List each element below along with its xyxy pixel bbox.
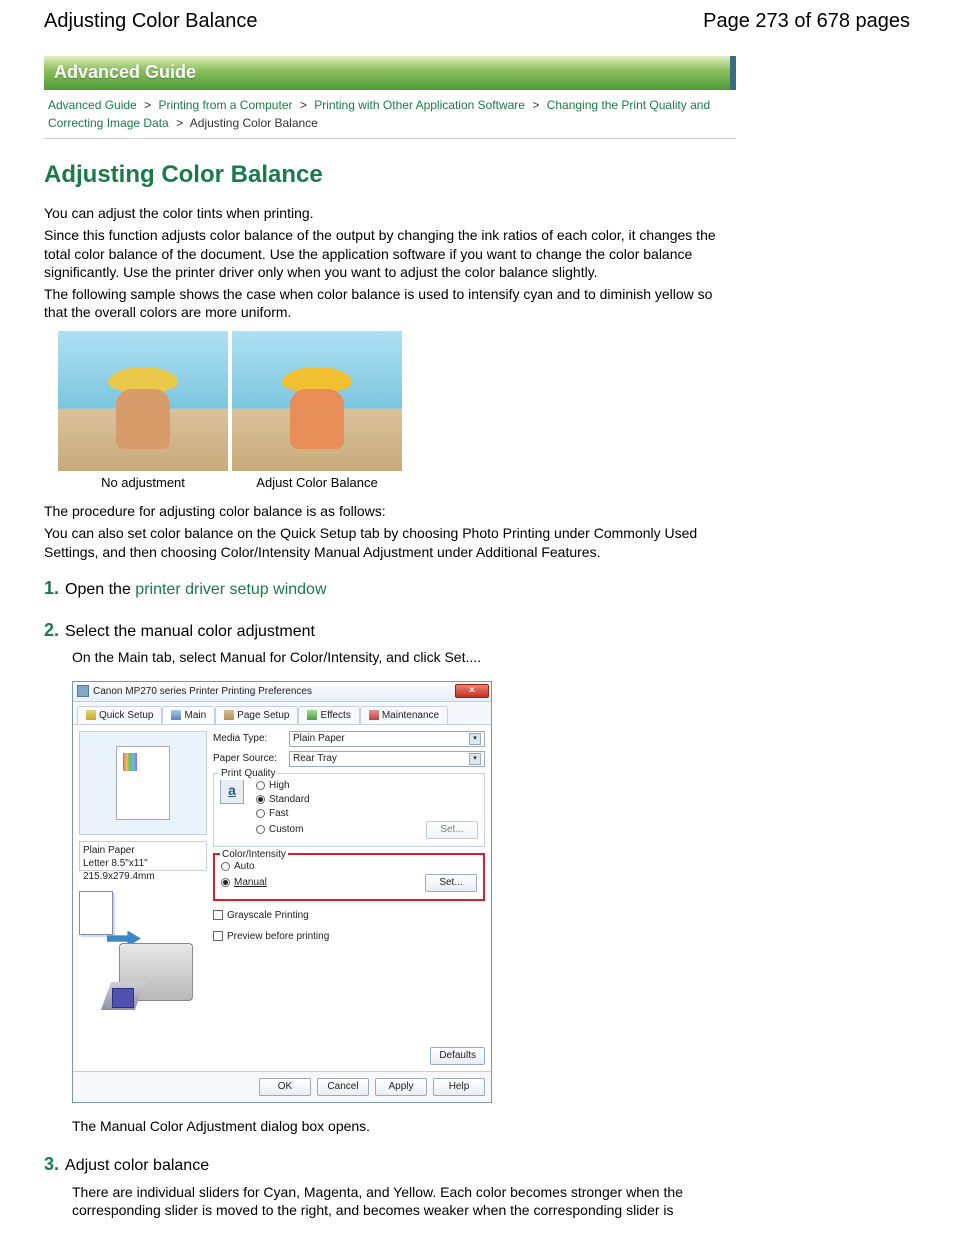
printing-preferences-dialog: Canon MP270 series Printer Printing Pref… bbox=[72, 681, 492, 1103]
ok-button[interactable]: OK bbox=[259, 1078, 311, 1096]
tab-page-setup[interactable]: Page Setup bbox=[215, 706, 298, 724]
page-setup-icon bbox=[224, 710, 234, 720]
app-icon bbox=[77, 685, 89, 697]
sample-caption: No adjustment bbox=[101, 475, 185, 492]
defaults-button[interactable]: Defaults bbox=[430, 1047, 485, 1065]
breadcrumb-link[interactable]: Printing from a Computer bbox=[158, 98, 292, 112]
intro-text: The following sample shows the case when… bbox=[44, 285, 736, 321]
main-icon bbox=[171, 710, 181, 720]
breadcrumb-sep-icon: > bbox=[172, 116, 187, 130]
tab-main[interactable]: Main bbox=[162, 706, 215, 724]
quality-set-button[interactable]: Set... bbox=[426, 821, 478, 839]
radio-manual[interactable]: Manual bbox=[221, 876, 267, 889]
radio-custom[interactable]: Custom bbox=[256, 823, 303, 836]
step-title: Adjust color balance bbox=[65, 1156, 209, 1177]
breadcrumb-link[interactable]: Advanced Guide bbox=[48, 98, 137, 112]
page-preview bbox=[79, 731, 207, 835]
breadcrumb-sep-icon: > bbox=[296, 98, 311, 112]
chevron-down-icon: ▾ bbox=[469, 733, 481, 745]
media-type-select[interactable]: Plain Paper▾ bbox=[289, 731, 485, 747]
radio-standard[interactable]: Standard bbox=[256, 793, 478, 806]
group-title: Print Quality bbox=[219, 767, 277, 780]
paper-info: Plain Paper Letter 8.5"x11" 215.9x279.4m… bbox=[79, 841, 207, 871]
page-counter: Page 273 of 678 pages bbox=[703, 8, 910, 34]
tab-maintenance[interactable]: Maintenance bbox=[360, 706, 448, 724]
step-title: Open the printer driver setup window bbox=[65, 580, 326, 601]
step-body-text: On the Main tab, select Manual for Color… bbox=[72, 648, 736, 666]
paper-source-label: Paper Source: bbox=[213, 752, 283, 765]
tab-effects[interactable]: Effects bbox=[298, 706, 359, 724]
effects-icon bbox=[307, 710, 317, 720]
print-quality-group: Print Quality a High Standard Fast Custo… bbox=[213, 773, 485, 847]
breadcrumb-current: Adjusting Color Balance bbox=[190, 116, 318, 130]
intro-text: You can adjust the color tints when prin… bbox=[44, 204, 736, 222]
paper-source-select[interactable]: Rear Tray▾ bbox=[289, 751, 485, 767]
chevron-down-icon: ▾ bbox=[469, 753, 481, 765]
printer-illustration bbox=[79, 877, 207, 1007]
breadcrumb-link[interactable]: Printing with Other Application Software bbox=[314, 98, 525, 112]
procedure-intro: The procedure for adjusting color balanc… bbox=[44, 502, 736, 520]
preview-checkbox[interactable]: Preview before printing bbox=[213, 930, 485, 943]
quick-setup-icon bbox=[86, 710, 96, 720]
step-number: 1. bbox=[44, 577, 59, 600]
color-intensity-set-button[interactable]: Set... bbox=[425, 874, 477, 892]
sample-image-adjusted bbox=[232, 331, 402, 471]
group-title: Color/Intensity bbox=[220, 848, 288, 861]
sample-image-no-adjust bbox=[58, 331, 228, 471]
tab-quick-setup[interactable]: Quick Setup bbox=[77, 706, 162, 724]
media-type-label: Media Type: bbox=[213, 732, 283, 745]
guide-banner: Advanced Guide bbox=[44, 56, 736, 90]
topic-title: Adjusting Color Balance bbox=[44, 159, 736, 190]
step-number: 3. bbox=[44, 1153, 59, 1176]
quality-glyph-icon: a bbox=[220, 778, 244, 804]
step-body-text: The Manual Color Adjustment dialog box o… bbox=[72, 1117, 736, 1135]
step-body-text: There are individual sliders for Cyan, M… bbox=[72, 1183, 736, 1219]
printer-driver-link[interactable]: printer driver setup window bbox=[135, 581, 326, 598]
step-number: 2. bbox=[44, 619, 59, 642]
dialog-title: Canon MP270 series Printer Printing Pref… bbox=[93, 685, 312, 698]
close-button[interactable] bbox=[455, 684, 489, 698]
intro-text: Since this function adjusts color balanc… bbox=[44, 226, 736, 281]
radio-high[interactable]: High bbox=[256, 779, 478, 792]
maintenance-icon bbox=[369, 710, 379, 720]
radio-fast[interactable]: Fast bbox=[256, 807, 478, 820]
breadcrumb: Advanced Guide > Printing from a Compute… bbox=[44, 90, 736, 139]
help-button[interactable]: Help bbox=[433, 1078, 485, 1096]
apply-button[interactable]: Apply bbox=[375, 1078, 427, 1096]
quicksetup-note: You can also set color balance on the Qu… bbox=[44, 524, 736, 560]
color-intensity-group: Color/Intensity Auto Manual Set... bbox=[213, 853, 485, 901]
step-title: Select the manual color adjustment bbox=[65, 622, 315, 643]
grayscale-checkbox[interactable]: Grayscale Printing bbox=[213, 909, 485, 922]
cancel-button[interactable]: Cancel bbox=[317, 1078, 369, 1096]
breadcrumb-sep-icon: > bbox=[140, 98, 155, 112]
doc-title-left: Adjusting Color Balance bbox=[44, 8, 257, 34]
sample-caption: Adjust Color Balance bbox=[256, 475, 377, 492]
radio-auto[interactable]: Auto bbox=[221, 860, 477, 873]
breadcrumb-sep-icon: > bbox=[528, 98, 543, 112]
